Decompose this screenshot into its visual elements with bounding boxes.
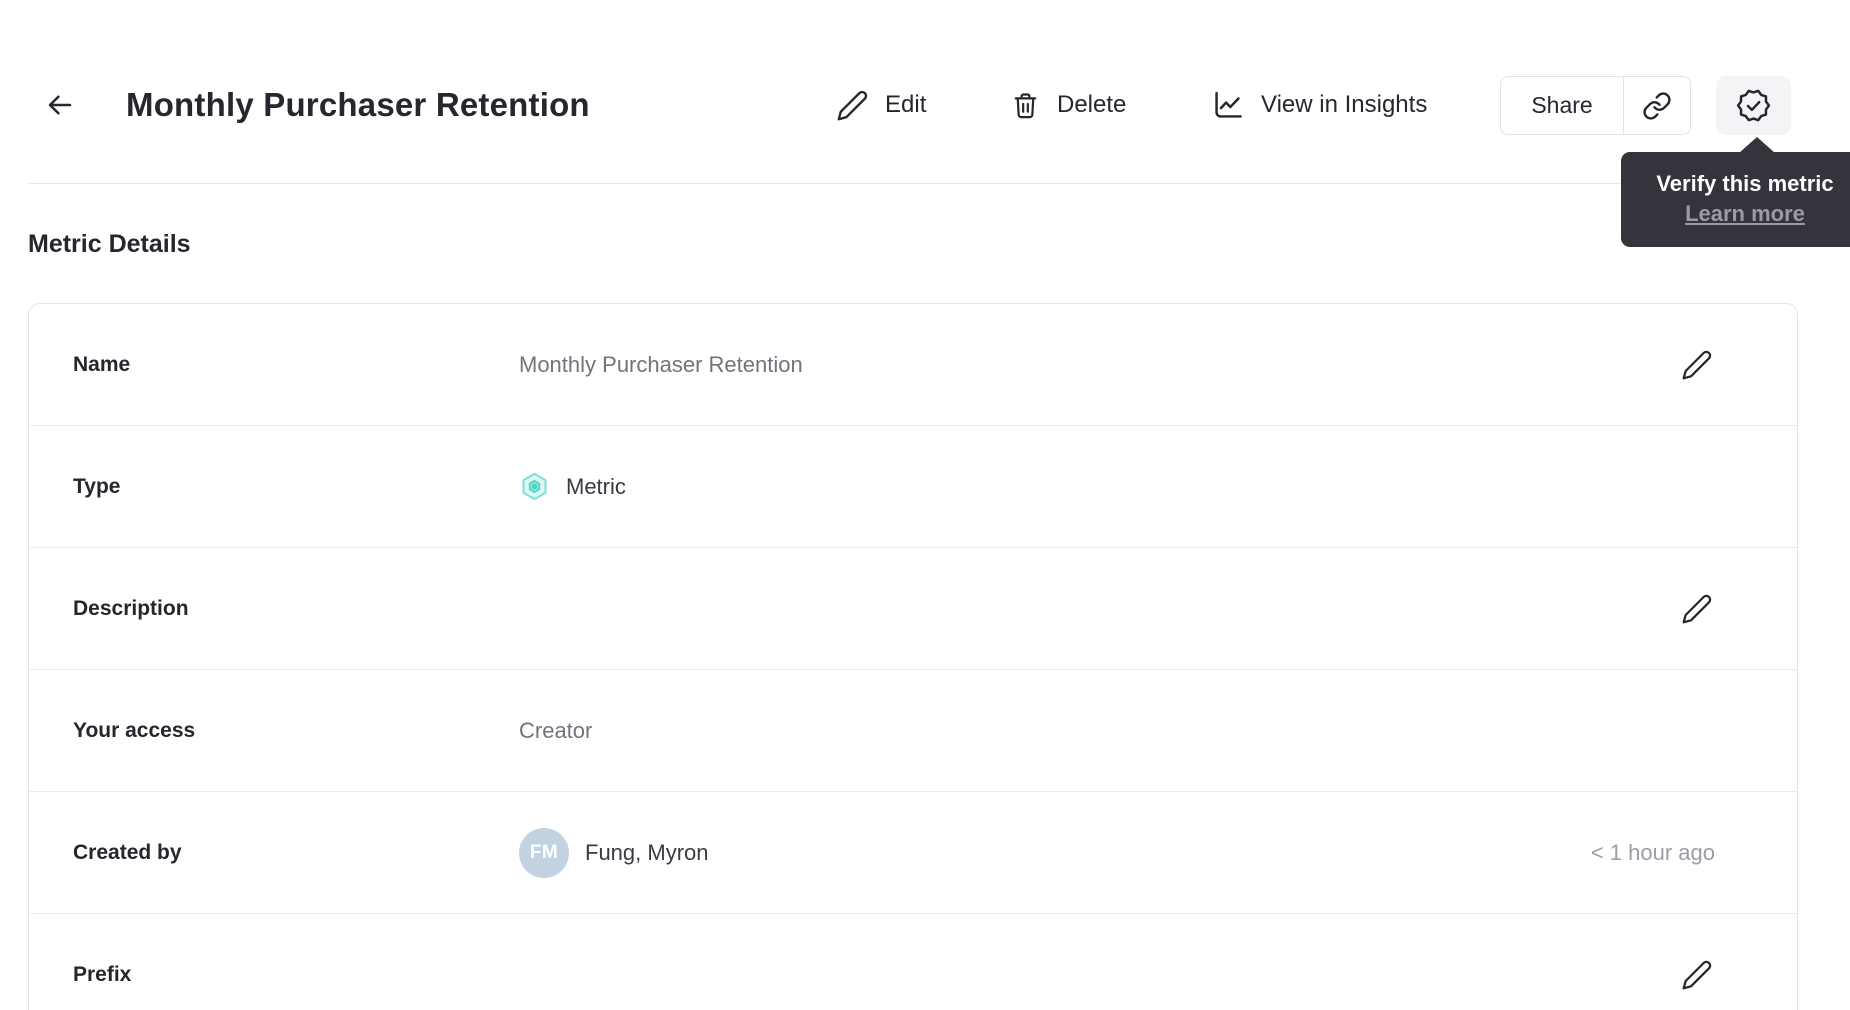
share-button[interactable]: Share xyxy=(1500,76,1624,135)
row-value: Monthly Purchaser Retention xyxy=(519,351,803,377)
detail-row-type: Type Metric xyxy=(29,426,1797,548)
metric-details-card: Name Monthly Purchaser Retention Type Me… xyxy=(28,303,1798,1010)
detail-row-prefix: Prefix xyxy=(29,914,1797,1010)
tooltip-arrow xyxy=(1739,137,1775,153)
row-label: Type xyxy=(73,474,121,498)
pencil-icon xyxy=(836,89,869,122)
view-in-insights-label: View in Insights xyxy=(1261,91,1428,118)
detail-row-created-by: Created by FM Fung, Myron < 1 hour ago xyxy=(29,792,1797,914)
pencil-icon xyxy=(1681,349,1713,381)
copy-link-button[interactable] xyxy=(1623,76,1691,135)
row-label: Name xyxy=(73,352,131,376)
metric-hexagon-icon xyxy=(519,471,550,502)
row-label: Created by xyxy=(73,840,182,864)
line-chart-icon xyxy=(1210,88,1245,123)
link-icon xyxy=(1642,91,1672,121)
page-title: Monthly Purchaser Retention xyxy=(126,86,590,123)
learn-more-link[interactable]: Learn more xyxy=(1685,201,1805,227)
pencil-icon xyxy=(1681,593,1713,625)
section-title: Metric Details xyxy=(28,230,191,258)
edit-label: Edit xyxy=(885,91,927,118)
verified-badge-icon xyxy=(1735,87,1772,124)
edit-button[interactable]: Edit xyxy=(836,88,926,122)
created-timestamp: < 1 hour ago xyxy=(1590,839,1715,865)
arrow-left-icon xyxy=(44,89,76,121)
edit-description-button[interactable] xyxy=(1679,591,1715,627)
row-label: Prefix xyxy=(73,963,132,986)
row-label: Your access xyxy=(73,718,196,742)
delete-button[interactable]: Delete xyxy=(1010,88,1126,122)
row-value: Creator xyxy=(519,717,593,743)
share-label: Share xyxy=(1531,92,1593,118)
verify-tooltip: Verify this metric Learn more xyxy=(1621,137,1850,247)
detail-row-description: Description xyxy=(29,548,1797,670)
edit-name-button[interactable] xyxy=(1679,347,1715,383)
trash-icon xyxy=(1010,90,1041,121)
tooltip-title: Verify this metric xyxy=(1656,170,1834,196)
detail-row-name: Name Monthly Purchaser Retention xyxy=(29,304,1797,426)
detail-row-access: Your access Creator xyxy=(29,670,1797,792)
type-value: Metric xyxy=(566,473,626,499)
header-divider xyxy=(28,183,1850,184)
verify-metric-button[interactable] xyxy=(1716,76,1791,135)
pencil-icon xyxy=(1681,959,1713,991)
avatar: FM xyxy=(519,827,569,878)
share-button-group: Share xyxy=(1500,76,1691,135)
view-in-insights-button[interactable]: View in Insights xyxy=(1210,88,1427,122)
edit-prefix-button[interactable] xyxy=(1679,957,1715,993)
back-button[interactable] xyxy=(42,87,78,123)
row-label: Description xyxy=(73,596,189,620)
creator-name: Fung, Myron xyxy=(585,839,709,865)
delete-label: Delete xyxy=(1057,91,1127,118)
